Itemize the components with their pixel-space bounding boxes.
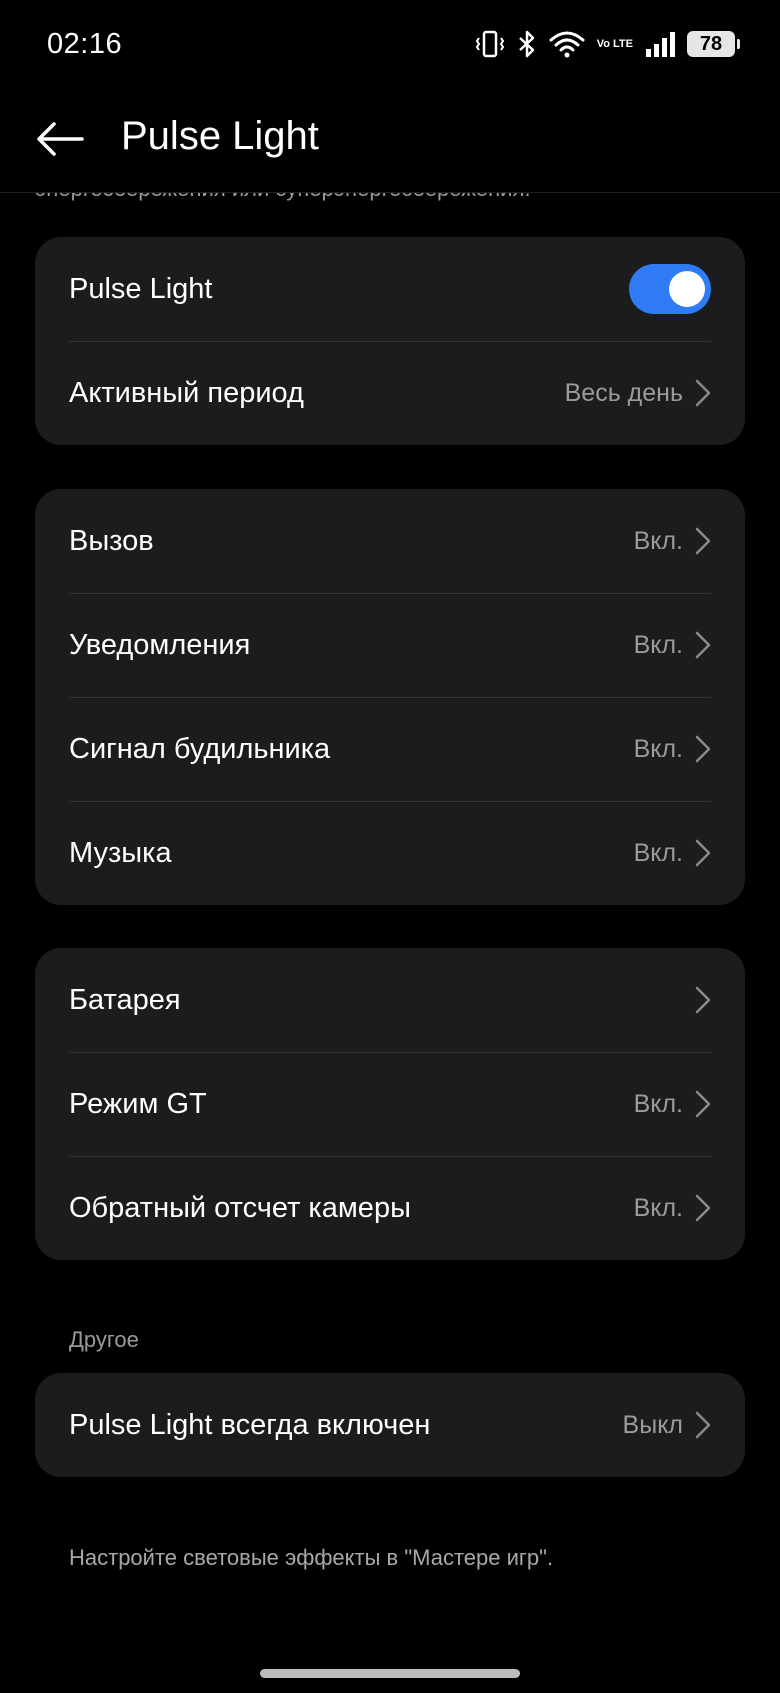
- bluetooth-icon: [517, 30, 537, 58]
- back-button[interactable]: [30, 112, 90, 166]
- app-header: Pulse Light: [0, 90, 780, 193]
- status-time: 02:16: [47, 28, 123, 60]
- list-item-label: Музыка: [69, 836, 172, 869]
- list-item-battery[interactable]: Батарея: [35, 948, 745, 1052]
- list-item-label: Уведомления: [69, 628, 251, 661]
- arrow-left-icon: [37, 122, 84, 156]
- list-item-always-on[interactable]: Pulse Light всегда включен Выкл: [35, 1373, 745, 1477]
- section-label-other: Другое: [69, 1327, 139, 1352]
- chevron-right-icon: [695, 527, 711, 555]
- home-indicator[interactable]: [260, 1669, 520, 1678]
- list-item-value: Вкл.: [633, 1089, 683, 1118]
- list-item-value: Вкл.: [633, 838, 683, 867]
- system-card: Батарея Режим GT Вкл. Обратный отсчет ка…: [35, 948, 745, 1260]
- list-item-label: Режим GT: [69, 1087, 207, 1120]
- main-settings-card: Pulse Light Активный период Весь день: [35, 237, 745, 445]
- list-item-call[interactable]: Вызов Вкл.: [35, 489, 745, 593]
- list-item-music[interactable]: Музыка Вкл.: [35, 801, 745, 905]
- vibrate-icon: [475, 30, 505, 58]
- list-item-value: Вкл.: [633, 526, 683, 555]
- chevron-right-icon: [695, 631, 711, 659]
- active-period-label: Активный период: [69, 376, 304, 409]
- chevron-right-icon: [695, 1090, 711, 1118]
- chevron-right-icon: [695, 735, 711, 763]
- active-period-row[interactable]: Активный период Весь день: [35, 341, 745, 445]
- pulse-light-toggle-row[interactable]: Pulse Light: [35, 237, 745, 341]
- chevron-right-icon: [695, 1411, 711, 1439]
- list-item-notifications[interactable]: Уведомления Вкл.: [35, 593, 745, 697]
- pulse-light-toggle[interactable]: [629, 264, 711, 314]
- chevron-right-icon: [695, 839, 711, 867]
- list-item-label: Сигнал будильника: [69, 732, 331, 765]
- volte-icon: Vo LTE: [596, 37, 633, 50]
- list-item-value: Выкл: [622, 1410, 683, 1439]
- list-item-value: Вкл.: [633, 734, 683, 763]
- chevron-right-icon: [695, 986, 711, 1014]
- chevron-right-icon: [695, 379, 711, 407]
- page-title: Pulse Light: [121, 114, 319, 158]
- pulse-light-label: Pulse Light: [69, 272, 213, 305]
- footer-note: Настройте световые эффекты в "Мастере иг…: [69, 1545, 554, 1570]
- list-item-value: Вкл.: [633, 630, 683, 659]
- chevron-right-icon: [695, 1194, 711, 1222]
- status-bar: 02:16 Vo LTE 78: [0, 0, 780, 90]
- wifi-icon: [549, 30, 585, 58]
- list-item-label: Батарея: [69, 983, 181, 1016]
- list-item-value: Вкл.: [633, 1193, 683, 1222]
- list-item-label: Pulse Light всегда включен: [69, 1408, 431, 1441]
- toggle-knob: [669, 271, 705, 307]
- list-item-camera-countdown[interactable]: Обратный отсчет камеры Вкл.: [35, 1156, 745, 1260]
- list-item-alarm[interactable]: Сигнал будильника Вкл.: [35, 697, 745, 801]
- list-item-label: Вызов: [69, 524, 154, 557]
- list-item-gt-mode[interactable]: Режим GT Вкл.: [35, 1052, 745, 1156]
- status-icons: Vo LTE 78: [475, 26, 740, 62]
- active-period-value: Весь день: [564, 378, 683, 407]
- list-item-label: Обратный отсчет камеры: [69, 1191, 411, 1224]
- battery-icon: 78: [687, 31, 740, 57]
- other-card: Pulse Light всегда включен Выкл: [35, 1373, 745, 1477]
- events-card: Вызов Вкл. Уведомления Вкл. Сигнал будил…: [35, 489, 745, 905]
- signal-icon: [645, 31, 675, 57]
